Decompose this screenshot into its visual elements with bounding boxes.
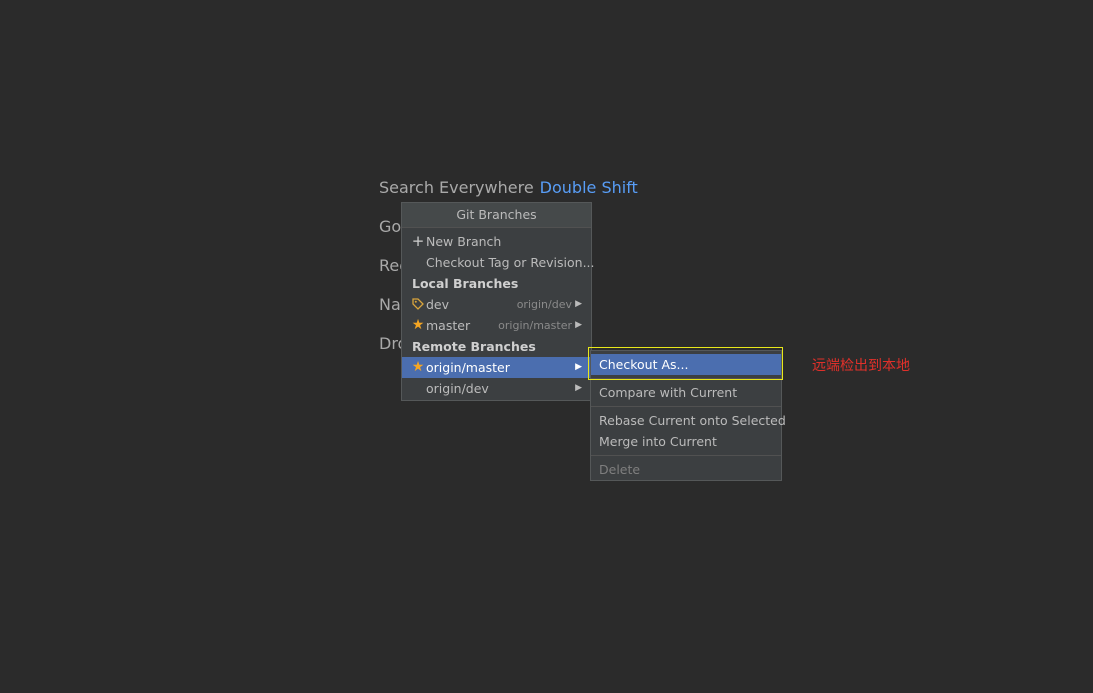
plus-icon: + [411,232,425,250]
tag-icon [411,294,425,315]
tracking-branch: origin/master [498,319,572,332]
checkout-tag-item[interactable]: Checkout Tag or Revision... [402,252,595,273]
branch-name: origin/dev [426,381,489,396]
branch-name: dev [426,297,450,312]
checkout-tag-label: Checkout Tag or Revision... [426,255,595,270]
branch-item-master[interactable]: ★ master origin/master ▶ [402,315,591,336]
submenu-arrow-icon: ▶ [575,362,582,372]
local-branches-header: Local Branches [412,276,519,291]
hint-search-label: Search Everywhere [379,178,534,197]
git-branches-popup: Git Branches + New Branch Checkout Tag o… [401,202,595,401]
submenu-arrow-icon: ▶ [575,320,582,330]
branch-name: master [426,318,471,333]
star-icon: ★ [411,359,425,375]
annotation-text: 远端检出到本地 [812,358,910,374]
star-icon: ★ [411,317,425,333]
branch-item-dev[interactable]: dev origin/dev ▶ [402,294,591,315]
editor-area: Search Everywhere Double Shift Go Rec Na … [0,0,1093,693]
submenu-arrow-icon: ▶ [575,299,582,309]
branch-item-origin-dev[interactable]: origin/dev ▶ [402,378,591,399]
menu-separator [591,406,781,407]
hint-line-2: Go [379,217,402,236]
annotation-highlight-box [588,347,783,380]
new-branch-item[interactable]: + New Branch [402,231,591,252]
tracking-branch: origin/dev [516,298,572,311]
delete-item: Delete [599,462,641,477]
merge-into-current-item[interactable]: Merge into Current [591,431,781,452]
hint-line-4: Na [379,295,401,314]
compare-with-current-item[interactable]: Compare with Current [591,382,781,403]
branch-name: origin/master [426,360,510,375]
hint-search-everywhere: Search Everywhere Double Shift [379,178,638,197]
menu-separator [591,455,781,456]
remote-branches-header: Remote Branches [412,339,536,354]
popup-title: Git Branches [402,203,591,228]
hint-search-shortcut: Double Shift [539,178,638,197]
new-branch-label: New Branch [426,234,502,249]
submenu-arrow-icon: ▶ [575,383,582,393]
rebase-current-item[interactable]: Rebase Current onto Selected [591,410,786,431]
branch-item-origin-master[interactable]: ★ origin/master ▶ [402,357,591,378]
